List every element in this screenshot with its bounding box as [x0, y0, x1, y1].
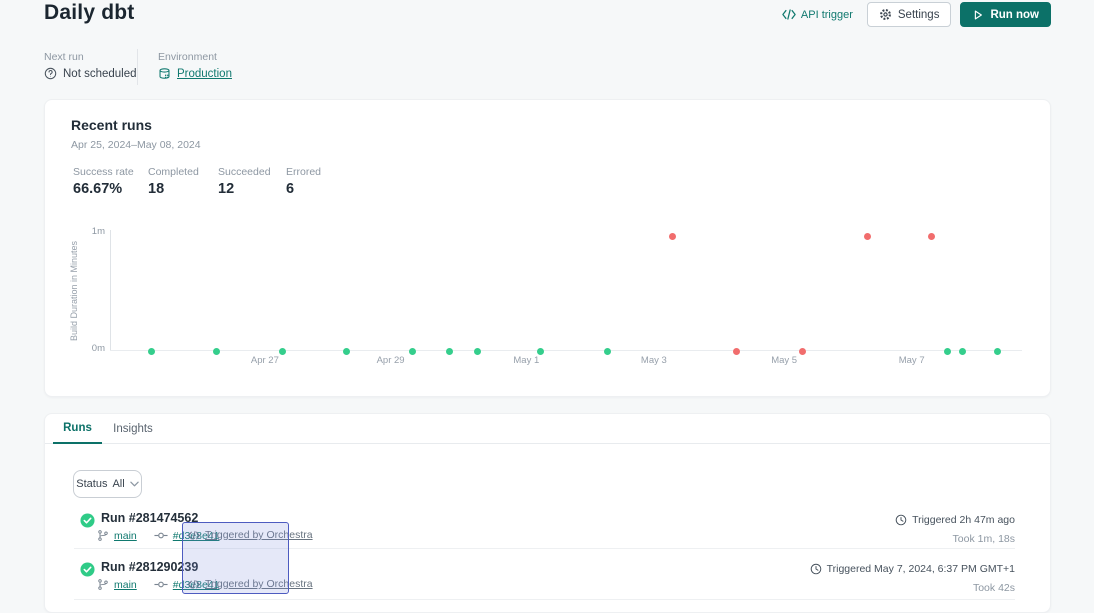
- play-icon: [972, 9, 984, 21]
- run-dot-success[interactable]: [944, 348, 951, 355]
- run-dot-error[interactable]: [864, 233, 871, 240]
- run-now-label: Run now: [990, 9, 1039, 21]
- run-dot-success[interactable]: [994, 348, 1001, 355]
- tab-bar: Runs Insights: [45, 414, 1050, 444]
- status-filter-value: All: [112, 478, 124, 490]
- y-tick-label: 1m: [81, 226, 105, 237]
- help-circle-icon: [44, 67, 57, 80]
- run-triggered-time: Triggered 2h 47m ago: [895, 514, 1015, 526]
- run-duration-text: Took 42s: [973, 582, 1015, 594]
- chart-y-axis-title: Build Duration in Minutes: [69, 232, 79, 350]
- run-dot-success[interactable]: [279, 348, 286, 355]
- status-filter-label: Status: [76, 478, 107, 490]
- x-tick-label: Apr 29: [377, 355, 405, 366]
- header-actions: API trigger Settings Run now: [782, 2, 1051, 27]
- run-dot-error[interactable]: [928, 233, 935, 240]
- git-commit-icon: [154, 580, 168, 589]
- run-dot-success[interactable]: [213, 348, 220, 355]
- next-run-text: Not scheduled: [63, 68, 137, 80]
- run-dot-error[interactable]: [799, 348, 806, 355]
- x-tick-label: May 1: [513, 355, 539, 366]
- tab-insights[interactable]: Insights: [102, 414, 164, 444]
- run-dot-success[interactable]: [148, 348, 155, 355]
- runs-card: Runs Insights Status All Run #281474562 …: [44, 413, 1051, 613]
- branch-link[interactable]: main: [114, 579, 137, 591]
- run-dot-error[interactable]: [733, 348, 740, 355]
- clock-icon: [895, 514, 907, 526]
- build-duration-scatter-plot: Apr 27 Apr 29 May 1 May 3 May 5 May 7: [110, 100, 1021, 398]
- run-success-icon: [80, 562, 95, 577]
- git-branch-icon: [97, 529, 109, 542]
- triggered-text: Triggered May 7, 2024, 6:37 PM GMT+1: [827, 563, 1015, 575]
- status-filter-dropdown[interactable]: Status All: [73, 470, 142, 498]
- meta-divider: [137, 49, 138, 85]
- next-run-label: Next run: [44, 51, 84, 63]
- environment-link[interactable]: Production: [177, 68, 232, 80]
- run-dot-success[interactable]: [446, 348, 453, 355]
- environment-value: Production: [158, 67, 232, 80]
- run-dot-success[interactable]: [959, 348, 966, 355]
- run-dot-error[interactable]: [669, 233, 676, 240]
- run-now-button[interactable]: Run now: [960, 2, 1051, 27]
- environment-label: Environment: [158, 51, 217, 63]
- branch-link[interactable]: main: [114, 530, 137, 542]
- run-dot-success[interactable]: [537, 348, 544, 355]
- gear-icon: [879, 8, 892, 21]
- y-tick-label: 0m: [81, 343, 105, 354]
- tab-runs[interactable]: Runs: [53, 414, 102, 444]
- page-title: Daily dbt: [44, 1, 134, 25]
- element-highlight-overlay: [182, 522, 289, 594]
- run-dot-success[interactable]: [409, 348, 416, 355]
- x-tick-label: Apr 27: [251, 355, 279, 366]
- run-dot-success[interactable]: [343, 348, 350, 355]
- chevron-down-icon: [130, 481, 139, 487]
- api-trigger-link[interactable]: API trigger: [782, 9, 853, 21]
- settings-button[interactable]: Settings: [867, 2, 952, 27]
- run-success-icon: [80, 513, 95, 528]
- run-triggered-time: Triggered May 7, 2024, 6:37 PM GMT+1: [810, 563, 1015, 575]
- triggered-text: Triggered 2h 47m ago: [912, 514, 1015, 526]
- row-divider: [74, 599, 1015, 600]
- run-duration-text: Took 1m, 18s: [953, 533, 1015, 545]
- x-tick-label: May 7: [899, 355, 925, 366]
- git-branch-icon: [97, 578, 109, 591]
- run-dot-success[interactable]: [604, 348, 611, 355]
- x-tick-label: May 3: [641, 355, 667, 366]
- next-run-value: Not scheduled: [44, 67, 137, 80]
- api-trigger-label: API trigger: [801, 9, 853, 21]
- x-tick-label: May 5: [771, 355, 797, 366]
- database-icon: [158, 67, 171, 80]
- code-icon: [782, 9, 796, 20]
- clock-icon: [810, 563, 822, 575]
- run-dot-success[interactable]: [474, 348, 481, 355]
- recent-runs-card: Recent runs Apr 25, 2024–May 08, 2024 Su…: [44, 99, 1051, 397]
- settings-label: Settings: [898, 9, 940, 21]
- git-commit-icon: [154, 531, 168, 540]
